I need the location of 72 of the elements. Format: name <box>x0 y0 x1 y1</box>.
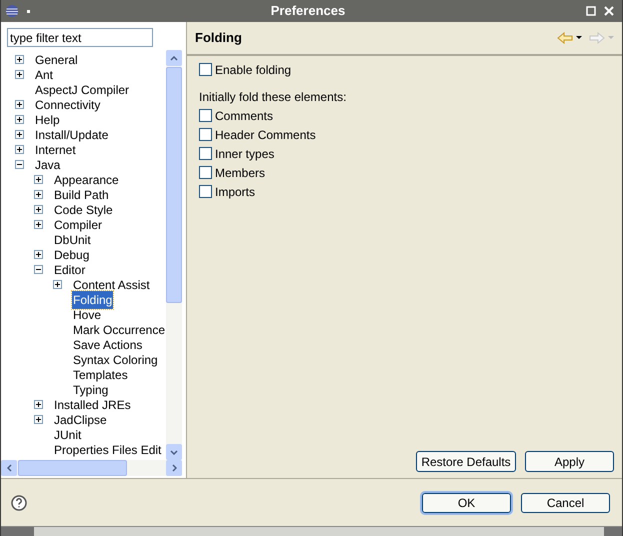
tree-item[interactable]: Install/Update <box>34 126 110 144</box>
tree-item[interactable]: Compiler <box>53 216 104 234</box>
dropdown-icon[interactable] <box>576 36 582 40</box>
tree-item[interactable]: Help <box>34 110 61 128</box>
tree-item[interactable]: Mark Occurrence <box>72 320 166 338</box>
tree-item[interactable]: Save Actions <box>72 336 144 354</box>
tree-item[interactable]: Ant <box>34 66 54 84</box>
expand-icon[interactable] <box>34 205 43 214</box>
tree-item[interactable]: AspectJ Compiler <box>34 80 130 98</box>
checkbox-label: Header Comments <box>215 126 316 144</box>
dialog-button[interactable]: OK <box>422 492 511 512</box>
vertical-scrollbar[interactable] <box>166 50 182 460</box>
window-title: Preferences <box>270 2 346 20</box>
page-button[interactable]: Restore Defaults <box>416 451 516 472</box>
globe-icon <box>5 4 19 18</box>
expand-icon[interactable] <box>15 55 24 64</box>
tree-item[interactable]: Code Style <box>53 200 114 218</box>
expand-icon[interactable] <box>34 190 43 199</box>
help-icon[interactable] <box>11 494 27 510</box>
checkbox[interactable] <box>199 109 212 122</box>
expand-icon[interactable] <box>34 415 43 424</box>
checkbox[interactable] <box>199 128 212 141</box>
expand-icon[interactable] <box>15 100 24 109</box>
checkbox-label: Members <box>215 164 266 182</box>
checkbox-label: Inner types <box>215 146 274 162</box>
section-label: Initially fold these elements: <box>199 89 348 106</box>
expand-icon[interactable] <box>34 250 43 259</box>
tree-item[interactable]: Build Path <box>53 186 110 204</box>
tree-item[interactable]: Hove <box>72 306 102 324</box>
checkbox[interactable] <box>199 185 212 198</box>
expand-icon[interactable] <box>15 130 24 139</box>
tree-item[interactable]: DbUnit <box>53 230 92 248</box>
tree-item[interactable]: Editor <box>53 260 86 278</box>
tree-item[interactable]: Internet <box>34 140 77 158</box>
maximize-icon[interactable] <box>586 6 596 16</box>
dropdown-icon <box>608 36 614 40</box>
tree-item[interactable]: Installed JREs <box>53 396 132 414</box>
horizontal-scrollbar[interactable] <box>1 460 182 476</box>
tree-item[interactable]: Content Assist <box>72 276 151 294</box>
expand-icon[interactable] <box>34 400 43 409</box>
tree-item[interactable]: Connectivity <box>34 96 102 114</box>
tree-item[interactable]: General <box>34 50 79 68</box>
tree-item[interactable]: Templates <box>72 366 129 384</box>
filter-field[interactable]: type filter text <box>7 28 153 47</box>
expand-icon[interactable] <box>15 115 24 124</box>
tree-item[interactable]: Folding <box>72 290 114 308</box>
expand-icon[interactable] <box>53 280 62 289</box>
forward-arrow-icon <box>589 32 605 44</box>
page-title: Folding <box>195 29 243 48</box>
tree-item[interactable]: JUnit <box>53 426 82 444</box>
tree-item[interactable]: JadClipse <box>53 410 108 428</box>
checkbox-label: Imports <box>215 184 256 200</box>
checkbox-label: Enable folding <box>215 62 292 78</box>
checkbox-label: Comments <box>215 108 274 124</box>
expand-icon[interactable] <box>15 145 24 154</box>
tree-item[interactable]: Typing <box>72 380 110 398</box>
tree-item[interactable]: Properties Files Edit <box>53 440 162 458</box>
expand-icon[interactable] <box>34 175 43 184</box>
tree-item[interactable]: Debug <box>53 246 90 264</box>
dialog-button[interactable]: Cancel <box>521 492 610 512</box>
tree-item[interactable]: Syntax Coloring <box>72 350 159 368</box>
tree-item[interactable]: Java <box>34 156 62 174</box>
close-icon[interactable] <box>604 6 614 16</box>
expand-icon[interactable] <box>15 70 24 79</box>
checkbox[interactable] <box>199 147 212 160</box>
collapse-icon[interactable] <box>15 160 24 169</box>
page-button[interactable]: Apply <box>525 451 614 472</box>
checkbox[interactable] <box>199 63 212 76</box>
expand-icon[interactable] <box>34 220 43 229</box>
collapse-icon[interactable] <box>34 265 43 274</box>
tree-item[interactable]: Appearance <box>53 170 120 188</box>
checkbox[interactable] <box>199 166 212 179</box>
